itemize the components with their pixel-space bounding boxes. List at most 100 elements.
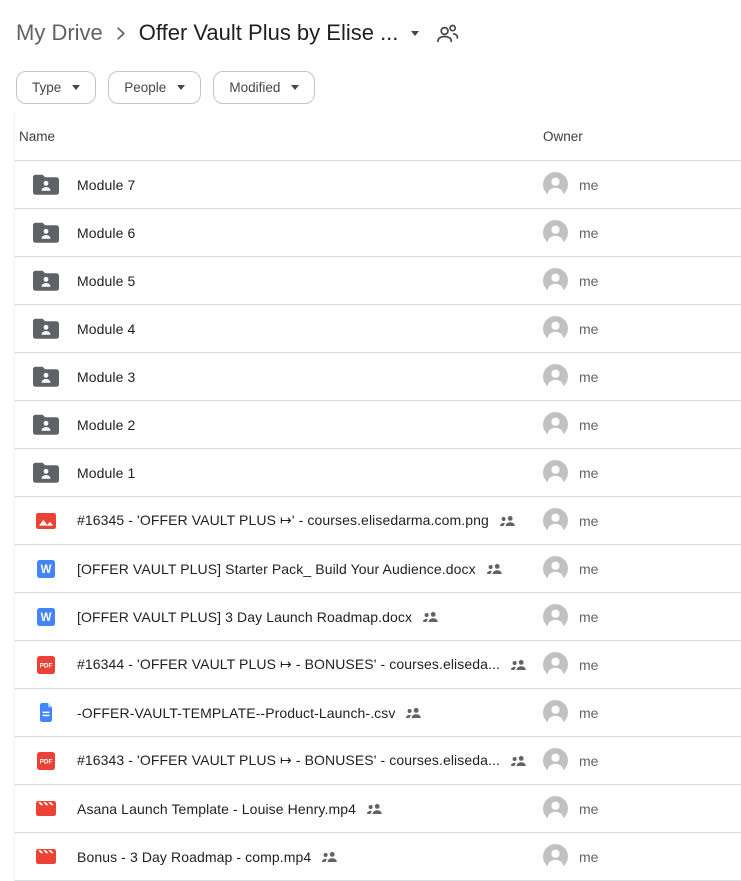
file-row[interactable]: Module 6 me — [15, 209, 741, 257]
avatar-icon — [543, 460, 568, 485]
file-row[interactable]: Module 2 me — [15, 401, 741, 449]
owner-label: me — [579, 849, 598, 865]
file-table-body: Module 7 me Mod — [15, 161, 741, 881]
file-name: Module 5 — [77, 273, 135, 289]
filter-chip-type[interactable]: Type — [16, 71, 96, 104]
avatar-icon — [543, 220, 568, 245]
file-name: Module 3 — [77, 369, 135, 385]
owner-label: me — [579, 369, 598, 385]
image-file-icon — [15, 513, 77, 529]
pdf-file-icon: PDF — [15, 656, 77, 674]
shared-folder-icon — [15, 222, 77, 243]
file-name: -OFFER-VAULT-TEMPLATE--Product-Launch-.c… — [77, 705, 395, 721]
shared-folder-icon — [15, 318, 77, 339]
file-name: Module 1 — [77, 465, 135, 481]
avatar-icon — [543, 748, 568, 773]
owner-label: me — [579, 273, 598, 289]
file-row[interactable]: #16345 - 'OFFER VAULT PLUS ↦' - courses.… — [15, 497, 741, 545]
filter-chip-label: Modified — [229, 80, 280, 95]
file-row[interactable]: Module 4 me — [15, 305, 741, 353]
avatar-icon — [543, 412, 568, 437]
caret-down-icon — [72, 85, 80, 90]
file-row[interactable]: Module 7 me — [15, 161, 741, 209]
avatar-icon — [543, 316, 568, 341]
shared-people-icon — [510, 755, 527, 767]
owner-label: me — [579, 753, 598, 769]
file-row[interactable]: Asana Launch Template - Louise Henry.mp4… — [15, 785, 741, 833]
caret-down-icon[interactable] — [411, 31, 419, 36]
word-file-icon: W — [15, 560, 77, 578]
file-row[interactable]: Bonus - 3 Day Roadmap - comp.mp4 me — [15, 833, 741, 881]
file-row[interactable]: -OFFER-VAULT-TEMPLATE--Product-Launch-.c… — [15, 689, 741, 737]
avatar-icon — [543, 796, 568, 821]
shared-people-icon — [405, 707, 422, 719]
owner-label: me — [579, 321, 598, 337]
avatar-icon — [543, 268, 568, 293]
filter-chip-bar: Type People Modified — [0, 57, 741, 108]
caret-down-icon — [291, 85, 299, 90]
avatar-icon — [543, 172, 568, 197]
file-name: #16343 - 'OFFER VAULT PLUS ↦ - BONUSES' … — [77, 752, 500, 769]
file-name: Bonus - 3 Day Roadmap - comp.mp4 — [77, 849, 311, 865]
file-row[interactable]: PDF #16343 - 'OFFER VAULT PLUS ↦ - BONUS… — [15, 737, 741, 785]
file-name: #16345 - 'OFFER VAULT PLUS ↦' - courses.… — [77, 512, 489, 529]
file-table-header: Name Owner — [15, 113, 741, 161]
shared-folder-icon — [15, 174, 77, 195]
file-name: [OFFER VAULT PLUS] 3 Day Launch Roadmap.… — [77, 609, 412, 625]
csv-file-icon — [15, 703, 77, 722]
avatar-icon — [543, 556, 568, 581]
svg-text:W: W — [41, 612, 52, 624]
shared-folder-icon — [15, 366, 77, 387]
breadcrumb: My Drive Offer Vault Plus by Elise ... — [0, 0, 741, 57]
breadcrumb-my-drive[interactable]: My Drive — [16, 20, 103, 46]
shared-folder-icon — [15, 462, 77, 483]
avatar-icon — [543, 604, 568, 629]
file-row[interactable]: Module 3 me — [15, 353, 741, 401]
file-name: [OFFER VAULT PLUS] Starter Pack_ Build Y… — [77, 561, 476, 577]
owner-label: me — [579, 801, 598, 817]
chevron-right-icon — [116, 26, 126, 41]
avatar-icon — [543, 508, 568, 533]
filter-chip-label: Type — [32, 80, 61, 95]
owner-label: me — [579, 417, 598, 433]
owner-label: me — [579, 177, 598, 193]
file-name: Module 2 — [77, 417, 135, 433]
owner-label: me — [579, 561, 598, 577]
file-row[interactable]: W [OFFER VAULT PLUS] 3 Day Launch Roadma… — [15, 593, 741, 641]
column-header-name[interactable]: Name — [15, 129, 543, 144]
file-name: #16344 - 'OFFER VAULT PLUS ↦ - BONUSES' … — [77, 656, 500, 673]
file-name: Asana Launch Template - Louise Henry.mp4 — [77, 801, 356, 817]
file-row[interactable]: Module 1 me — [15, 449, 741, 497]
filter-chip-label: People — [124, 80, 166, 95]
file-table: Name Owner Module 7 — [14, 113, 741, 881]
shared-folder-icon — [15, 270, 77, 291]
svg-text:PDF: PDF — [40, 662, 53, 669]
owner-label: me — [579, 609, 598, 625]
owner-label: me — [579, 657, 598, 673]
shared-people-icon — [422, 611, 439, 623]
shared-people-icon — [366, 803, 383, 815]
shared-people-icon — [510, 659, 527, 671]
avatar-icon — [543, 652, 568, 677]
owner-label: me — [579, 705, 598, 721]
breadcrumb-current-folder[interactable]: Offer Vault Plus by Elise ... — [139, 20, 399, 46]
column-header-owner[interactable]: Owner — [543, 129, 741, 144]
shared-folder-icon — [15, 414, 77, 435]
shared-people-icon — [321, 851, 338, 863]
file-name: Module 6 — [77, 225, 135, 241]
shared-people-icon — [499, 515, 516, 527]
owner-label: me — [579, 465, 598, 481]
filter-chip-people[interactable]: People — [108, 71, 201, 104]
file-row[interactable]: Module 5 me — [15, 257, 741, 305]
file-name: Module 4 — [77, 321, 135, 337]
file-name: Module 7 — [77, 177, 135, 193]
avatar-icon — [543, 844, 568, 869]
people-outline-icon[interactable] — [436, 23, 459, 44]
file-row[interactable]: PDF #16344 - 'OFFER VAULT PLUS ↦ - BONUS… — [15, 641, 741, 689]
pdf-file-icon: PDF — [15, 752, 77, 770]
file-row[interactable]: W [OFFER VAULT PLUS] Starter Pack_ Build… — [15, 545, 741, 593]
filter-chip-modified[interactable]: Modified — [213, 71, 315, 104]
word-file-icon: W — [15, 608, 77, 626]
svg-text:W: W — [41, 564, 52, 576]
avatar-icon — [543, 364, 568, 389]
